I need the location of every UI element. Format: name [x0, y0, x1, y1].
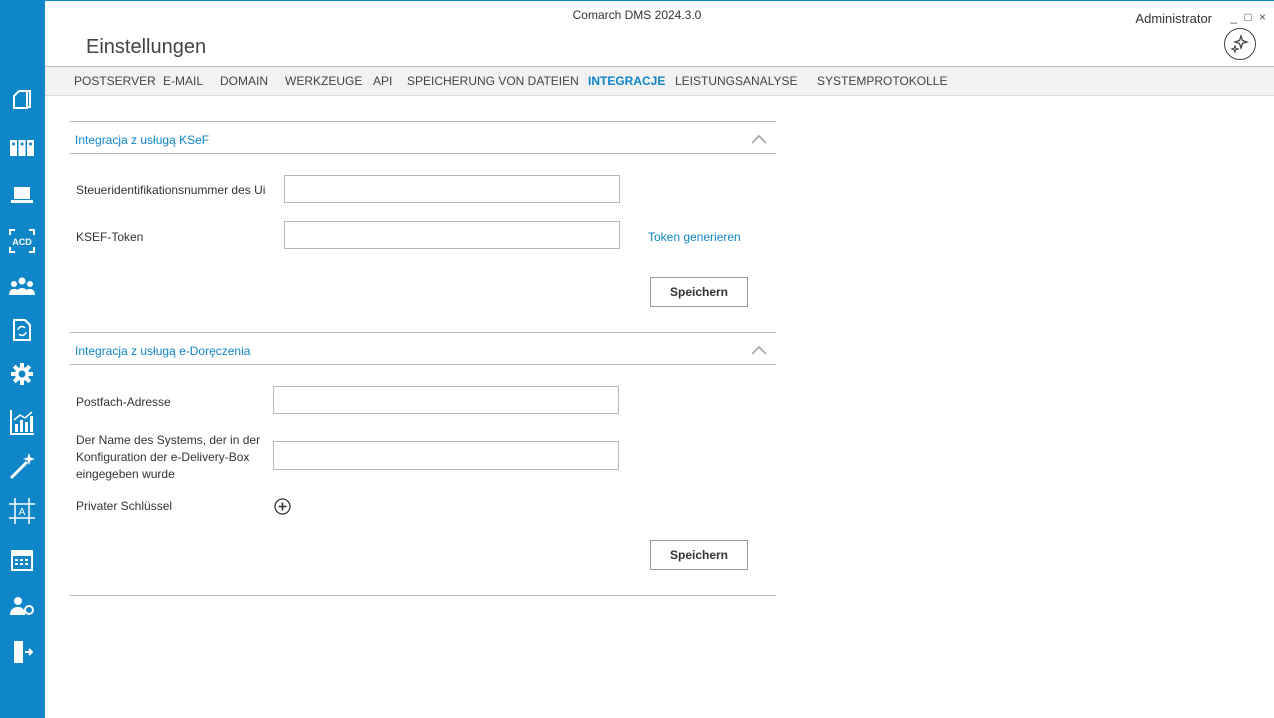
collapse-chevron-icon[interactable] [750, 133, 768, 145]
calendar-icon[interactable] [6, 546, 38, 574]
page-title: Einstellungen [86, 36, 207, 58]
edelivery-save-button[interactable]: Speichern [650, 540, 748, 570]
tab-bar: POSTSERVER E-MAIL DOMAIN WERKZEUGE API S… [45, 66, 1274, 96]
generate-token-link[interactable]: Token generieren [648, 230, 741, 244]
ai-sparkle-button[interactable] [1224, 28, 1256, 60]
analytics-chart-icon[interactable] [6, 408, 38, 436]
tab-werkzeuge[interactable]: WERKZEUGE [285, 74, 362, 88]
maximize-button[interactable]: □ [1244, 10, 1253, 24]
ksef-token-label: KSEF-Token [76, 230, 144, 244]
add-private-key-icon[interactable] [274, 498, 291, 515]
svg-text:ACD: ACD [12, 237, 32, 247]
binders-icon[interactable] [6, 134, 38, 162]
edelivery-section-title: Integracja z usługą e-Doręczenia [75, 344, 251, 358]
users-icon[interactable] [6, 272, 38, 300]
section-divider [70, 364, 776, 365]
ksef-save-button[interactable]: Speichern [650, 277, 748, 307]
tax-id-input[interactable] [284, 175, 620, 203]
section-divider [70, 595, 776, 596]
section-divider [70, 332, 776, 333]
minimize-button[interactable]: _ [1230, 10, 1239, 24]
tab-integracje[interactable]: INTEGRACJE [588, 74, 665, 88]
laptop-icon[interactable] [6, 181, 38, 209]
ksef-section-title: Integracja z usługą KSeF [75, 133, 210, 147]
tab-api[interactable]: API [373, 74, 392, 88]
tab-postserver[interactable]: POSTSERVER [74, 74, 156, 88]
settings-gear-icon[interactable] [6, 360, 38, 388]
section-divider [70, 121, 776, 122]
logout-door-icon[interactable] [6, 638, 38, 666]
collapse-chevron-icon[interactable] [750, 344, 768, 356]
tab-domain[interactable]: DOMAIN [220, 74, 268, 88]
tab-speicherung-von-dateien[interactable]: SPEICHERUNG VON DATEIEN [407, 74, 579, 88]
section-divider [70, 153, 776, 154]
tab-e-mail[interactable]: E-MAIL [163, 74, 203, 88]
text-frame-icon[interactable]: A [6, 497, 38, 525]
tab-systemprotokolle[interactable]: SYSTEMPROTOKOLLE [817, 74, 947, 88]
window-controls: _ □ × [1230, 10, 1268, 24]
magic-wand-icon[interactable] [6, 452, 38, 480]
ksef-token-input[interactable] [284, 221, 620, 249]
system-name-input[interactable] [273, 441, 619, 470]
private-key-label: Privater Schlüssel [76, 499, 173, 513]
document-sync-icon[interactable] [6, 316, 38, 344]
sidebar: ACD A [0, 0, 45, 718]
documents-icon[interactable] [6, 86, 38, 114]
user-settings-icon[interactable] [6, 592, 38, 620]
app-title: Comarch DMS 2024.3.0 [572, 8, 702, 22]
sparkle-icon [1230, 33, 1250, 54]
mailbox-address-label: Postfach-Adresse [76, 395, 171, 409]
user-name[interactable]: Administrator [1135, 11, 1212, 26]
system-name-label: Der Name des Systems, der in der Konfigu… [76, 433, 261, 481]
acd-icon[interactable]: ACD [6, 227, 38, 255]
svg-text:A: A [19, 507, 26, 518]
tab-leistungsanalyse[interactable]: LEISTUNGSANALYSE [675, 74, 797, 88]
mailbox-address-input[interactable] [273, 386, 619, 414]
tax-id-label: Steueridentifikationsnummer des Ui [76, 183, 266, 197]
window-top-border [45, 0, 1274, 1]
close-button[interactable]: × [1259, 10, 1268, 24]
